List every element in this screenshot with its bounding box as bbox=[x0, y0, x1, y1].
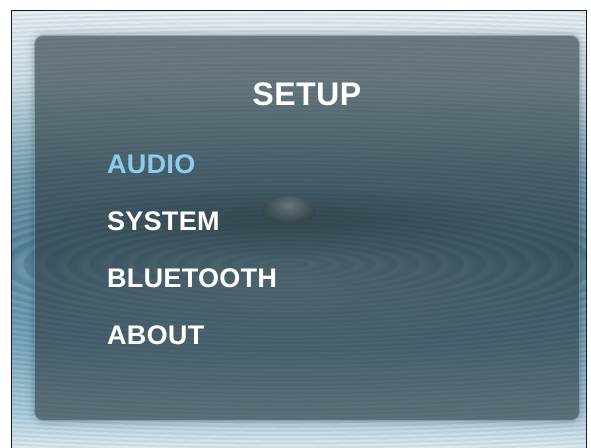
setup-menu-panel: SETUP AUDIO SYSTEM BLUETOOTH ABOUT bbox=[35, 36, 579, 420]
setup-menu-list: AUDIO SYSTEM BLUETOOTH ABOUT bbox=[107, 144, 277, 372]
menu-item-bluetooth[interactable]: BLUETOOTH bbox=[107, 258, 277, 315]
device-screen: SETUP AUDIO SYSTEM BLUETOOTH ABOUT bbox=[11, 10, 587, 448]
menu-item-about[interactable]: ABOUT bbox=[107, 315, 277, 372]
menu-item-audio[interactable]: AUDIO bbox=[107, 144, 277, 201]
menu-title: SETUP bbox=[252, 76, 362, 112]
menu-item-system[interactable]: SYSTEM bbox=[107, 201, 277, 258]
